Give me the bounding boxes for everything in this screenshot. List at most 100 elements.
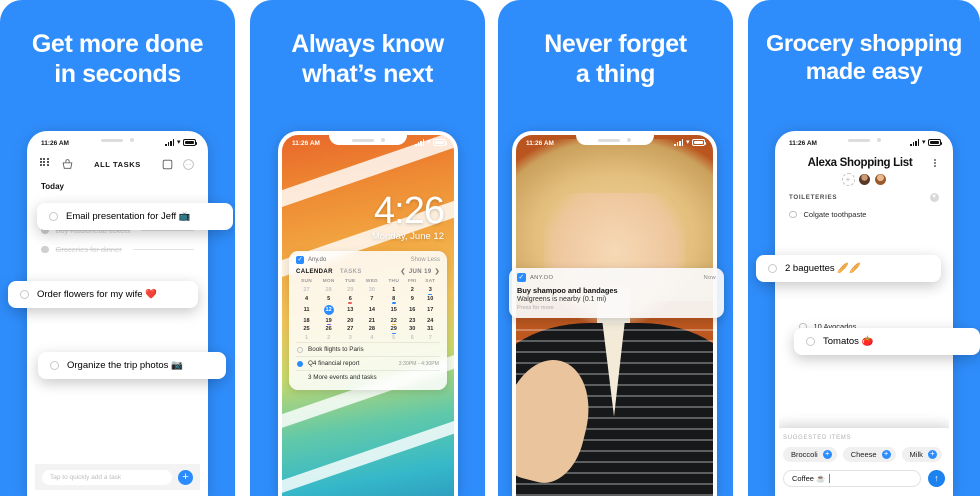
show-less-button[interactable]: Show Less bbox=[411, 257, 440, 263]
add-icon[interactable]: + bbox=[927, 449, 937, 459]
calendar-day-cell[interactable]: 17 bbox=[421, 303, 440, 316]
avatar[interactable] bbox=[873, 173, 887, 186]
item-label: 2 baguettes 🥖🥖 bbox=[785, 263, 861, 274]
lockscreen-clock: 4:26 Monday, June 12 bbox=[372, 192, 445, 242]
calendar-week-row: 1234567 bbox=[296, 334, 440, 343]
list-item[interactable]: Colgate toothpaste bbox=[779, 205, 949, 224]
quick-add-input[interactable]: Tap to quickly add a task bbox=[42, 469, 172, 485]
next-month-icon[interactable]: ❯ bbox=[435, 268, 440, 275]
calendar-day-cell[interactable]: 20 bbox=[340, 316, 360, 325]
screenshot-panel-3: Never forget a thing 11:26 AM ▾ bbox=[498, 0, 733, 496]
calendar-day-cell[interactable]: 30 bbox=[404, 325, 421, 334]
floating-list-item-card[interactable]: 2 baguettes 🥖🥖 bbox=[756, 255, 941, 282]
calendar-day-cell[interactable]: 9 bbox=[404, 295, 421, 304]
add-member-button[interactable]: + bbox=[841, 173, 855, 186]
suggestion-chip[interactable]: Cheese + bbox=[842, 447, 896, 462]
calendar-day-cell[interactable]: 23 bbox=[404, 316, 421, 325]
checkbox-checked-icon[interactable] bbox=[41, 245, 49, 254]
calendar-day-cell[interactable]: 27 bbox=[296, 286, 317, 295]
checkbox-icon[interactable] bbox=[20, 290, 29, 299]
checkbox-icon[interactable] bbox=[789, 210, 797, 219]
checkbox-icon[interactable] bbox=[50, 361, 59, 370]
calendar-day-cell[interactable]: 6 bbox=[340, 295, 360, 304]
calendar-day-cell[interactable]: 29 bbox=[383, 325, 404, 335]
floating-task-card[interactable]: Email presentation for Jeff 📺 bbox=[37, 203, 233, 230]
status-indicators: ▾ bbox=[674, 139, 707, 146]
calendar-day-cell[interactable]: 15 bbox=[383, 303, 404, 316]
wifi-icon: ▾ bbox=[921, 139, 926, 146]
calendar-day-cell[interactable]: 27 bbox=[340, 325, 360, 334]
calendar-day-cell[interactable]: 16 bbox=[404, 303, 421, 316]
status-time: 11:26 AM bbox=[789, 140, 817, 147]
calendar-day-cell[interactable]: 22 bbox=[383, 316, 404, 326]
calendar-day-cell[interactable]: 8 bbox=[383, 295, 404, 304]
calendar-day-cell[interactable]: 30 bbox=[360, 286, 383, 295]
event-row[interactable]: Q4 financial report 3:30PM - 4:30PM bbox=[296, 356, 440, 370]
calendar-day-cell[interactable]: 6 bbox=[404, 334, 421, 343]
calendar-day-cell[interactable]: 1 bbox=[383, 286, 404, 295]
calendar-day-cell[interactable]: 4 bbox=[360, 334, 383, 343]
headline-line-2: in seconds bbox=[54, 59, 181, 88]
calendar-day-cell[interactable]: 25 bbox=[296, 325, 317, 334]
calendar-day-cell[interactable]: 12 bbox=[317, 303, 340, 316]
calendar-day-cell[interactable]: 29 bbox=[340, 286, 360, 295]
task-row[interactable]: Groceries for dinner bbox=[31, 240, 204, 259]
calendar-day-cell[interactable]: 2 bbox=[317, 334, 340, 343]
floating-task-card[interactable]: Organize the trip photos 📷 bbox=[38, 352, 226, 379]
suggestion-chip[interactable]: Broccoli + bbox=[783, 447, 837, 462]
suggestion-chip[interactable]: Milk + bbox=[901, 447, 942, 462]
checkbox-filled-icon[interactable] bbox=[297, 360, 303, 367]
calendar-day-cell[interactable]: 5 bbox=[317, 295, 340, 304]
calendar-day-cell[interactable]: 10 bbox=[421, 295, 440, 304]
calendar-day-cell[interactable]: 28 bbox=[317, 286, 340, 295]
calendar-day-cell[interactable]: 7 bbox=[360, 295, 383, 304]
calendar-day-cell[interactable]: 2 bbox=[404, 286, 421, 295]
category-row[interactable]: TOILETERIES ▾ bbox=[779, 186, 949, 205]
calendar-day-cell[interactable]: 11 bbox=[296, 303, 317, 316]
calendar-widget[interactable]: ✓ Any.do Show Less CALENDAR TASKS ❮ JUN … bbox=[289, 251, 447, 391]
calendar-day-cell[interactable]: 3 bbox=[340, 334, 360, 343]
push-notification-card[interactable]: ✓ ANY.DO Now Buy shampoo and bandages Wa… bbox=[509, 268, 724, 318]
calendar-day-cell[interactable]: 19 bbox=[317, 316, 340, 326]
floating-list-item-card[interactable]: Tomatos 🍅 bbox=[794, 328, 980, 355]
calendar-grid[interactable]: SUN MON TUE WED THU FRI SAT 27 28 29 30 1 2 3 4 5 6 7 8 9 1… bbox=[296, 278, 440, 342]
calendar-day-cell[interactable]: 4 bbox=[296, 295, 317, 304]
checkbox-icon[interactable] bbox=[49, 212, 58, 221]
floating-task-card[interactable]: Order flowers for my wife ❤️ bbox=[8, 281, 198, 308]
event-row[interactable]: Book flights to Paris bbox=[296, 342, 440, 356]
chevron-down-icon[interactable]: ▾ bbox=[930, 193, 939, 202]
calendar-day-cell[interactable]: 13 bbox=[340, 303, 360, 316]
tab-tasks[interactable]: TASKS bbox=[340, 269, 362, 275]
calendar-day-cell[interactable]: 3 bbox=[421, 286, 440, 296]
more-events-row[interactable]: 3 More events and tasks bbox=[296, 370, 440, 384]
grid-menu-icon[interactable] bbox=[40, 157, 53, 171]
calendar-day-cell[interactable]: 14 bbox=[360, 303, 383, 316]
calendar-day-cell[interactable]: 21 bbox=[360, 316, 383, 325]
calendar-day-cell[interactable]: 5 bbox=[383, 334, 404, 343]
note-icon[interactable] bbox=[161, 158, 174, 171]
add-task-button[interactable]: + bbox=[178, 469, 193, 485]
avatar[interactable] bbox=[857, 173, 871, 186]
prev-month-icon[interactable]: ❮ bbox=[400, 268, 405, 275]
calendar-weekday: SUN bbox=[301, 279, 313, 285]
checkbox-icon[interactable] bbox=[297, 346, 303, 353]
calendar-weekday-row: SUN MON TUE WED THU FRI SAT bbox=[296, 278, 440, 286]
more-options-icon[interactable] bbox=[182, 158, 195, 171]
checkbox-icon[interactable] bbox=[806, 337, 815, 346]
tab-calendar[interactable]: CALENDAR bbox=[296, 269, 333, 275]
basket-icon[interactable] bbox=[61, 158, 74, 171]
checkbox-icon[interactable] bbox=[768, 264, 777, 273]
calendar-week-row: 11 12 13 14 15 16 17 bbox=[296, 303, 440, 316]
calendar-day-cell[interactable]: 1 bbox=[296, 334, 317, 343]
submit-item-button[interactable]: ↑ bbox=[928, 470, 945, 487]
calendar-day-cell[interactable]: 24 bbox=[421, 316, 440, 325]
kebab-menu-icon[interactable] bbox=[931, 158, 939, 168]
calendar-day-cell[interactable]: 28 bbox=[360, 325, 383, 334]
calendar-day-cell[interactable]: 31 bbox=[421, 325, 440, 334]
calendar-day-cell[interactable]: 18 bbox=[296, 316, 317, 325]
add-icon[interactable]: + bbox=[822, 449, 832, 459]
calendar-day-cell[interactable]: 26 bbox=[317, 325, 340, 334]
add-icon[interactable]: + bbox=[881, 449, 891, 459]
calendar-day-cell[interactable]: 7 bbox=[421, 334, 440, 343]
add-item-input[interactable]: Coffee ☕ bbox=[783, 470, 921, 487]
